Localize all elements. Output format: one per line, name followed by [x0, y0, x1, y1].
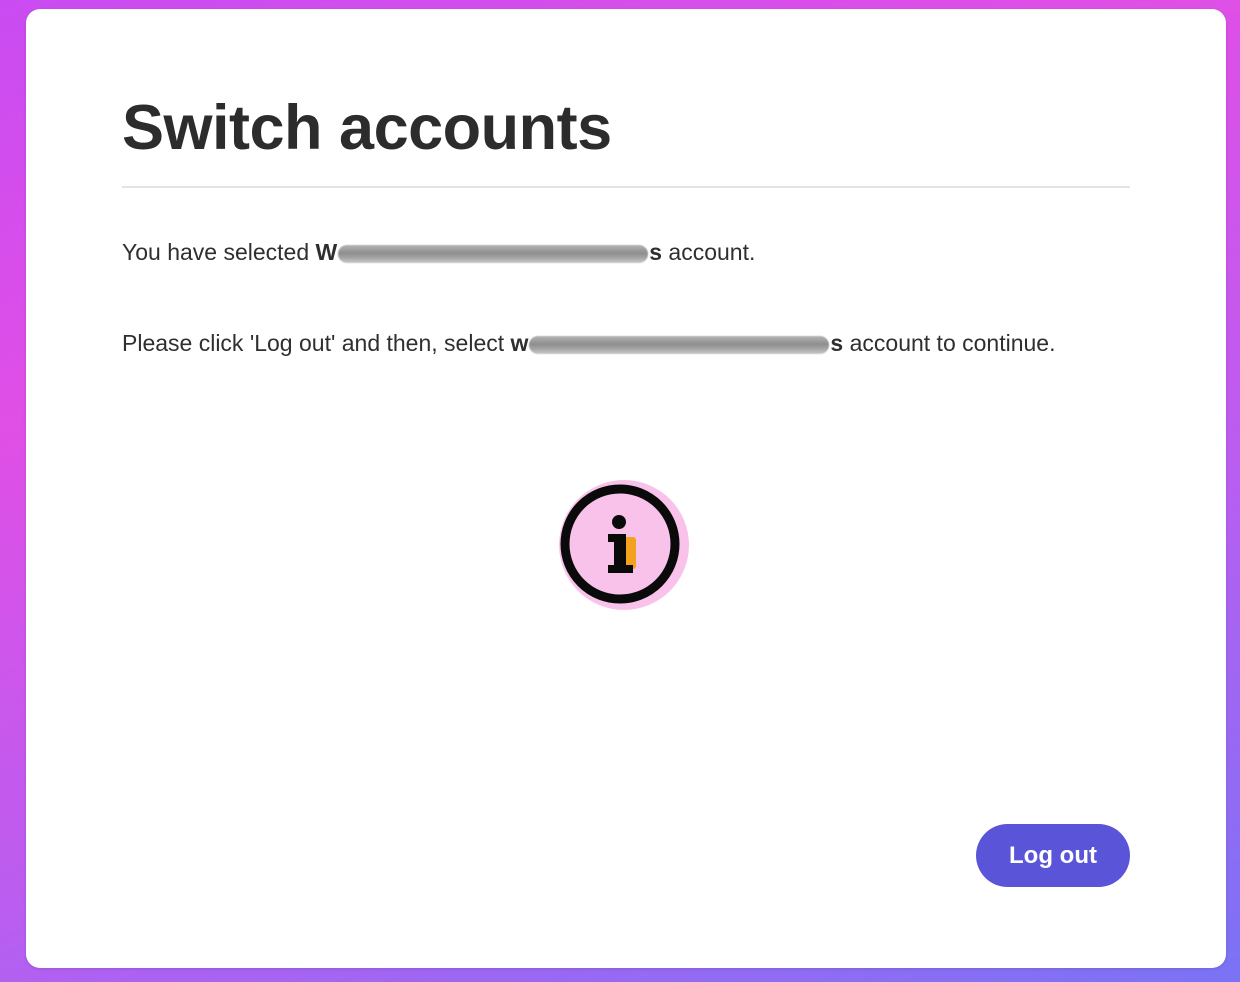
redacted-account-name	[338, 244, 649, 263]
log-out-button[interactable]: Log out	[976, 824, 1130, 887]
selected-account-message: You have selected Ws account.	[122, 232, 1082, 273]
logout-instruction-message: Please click 'Log out' and then, select …	[122, 323, 1082, 364]
info-icon: i	[558, 479, 690, 611]
account-name-end: s	[649, 239, 663, 265]
account-name-start: W	[315, 239, 338, 265]
title-divider	[122, 186, 1130, 188]
target-account-name-start: w	[510, 330, 529, 356]
instruction-suffix: account to continue.	[843, 330, 1056, 356]
message-suffix: account.	[662, 239, 756, 265]
switch-accounts-dialog: Switch accounts You have selected Ws acc…	[26, 9, 1226, 968]
message-prefix: You have selected	[122, 239, 316, 265]
target-account-name-end: s	[830, 330, 844, 356]
redacted-target-account-name	[529, 335, 830, 354]
dialog-title: Switch accounts	[122, 93, 612, 163]
instruction-prefix: Please click 'Log out' and then, select	[122, 330, 511, 356]
